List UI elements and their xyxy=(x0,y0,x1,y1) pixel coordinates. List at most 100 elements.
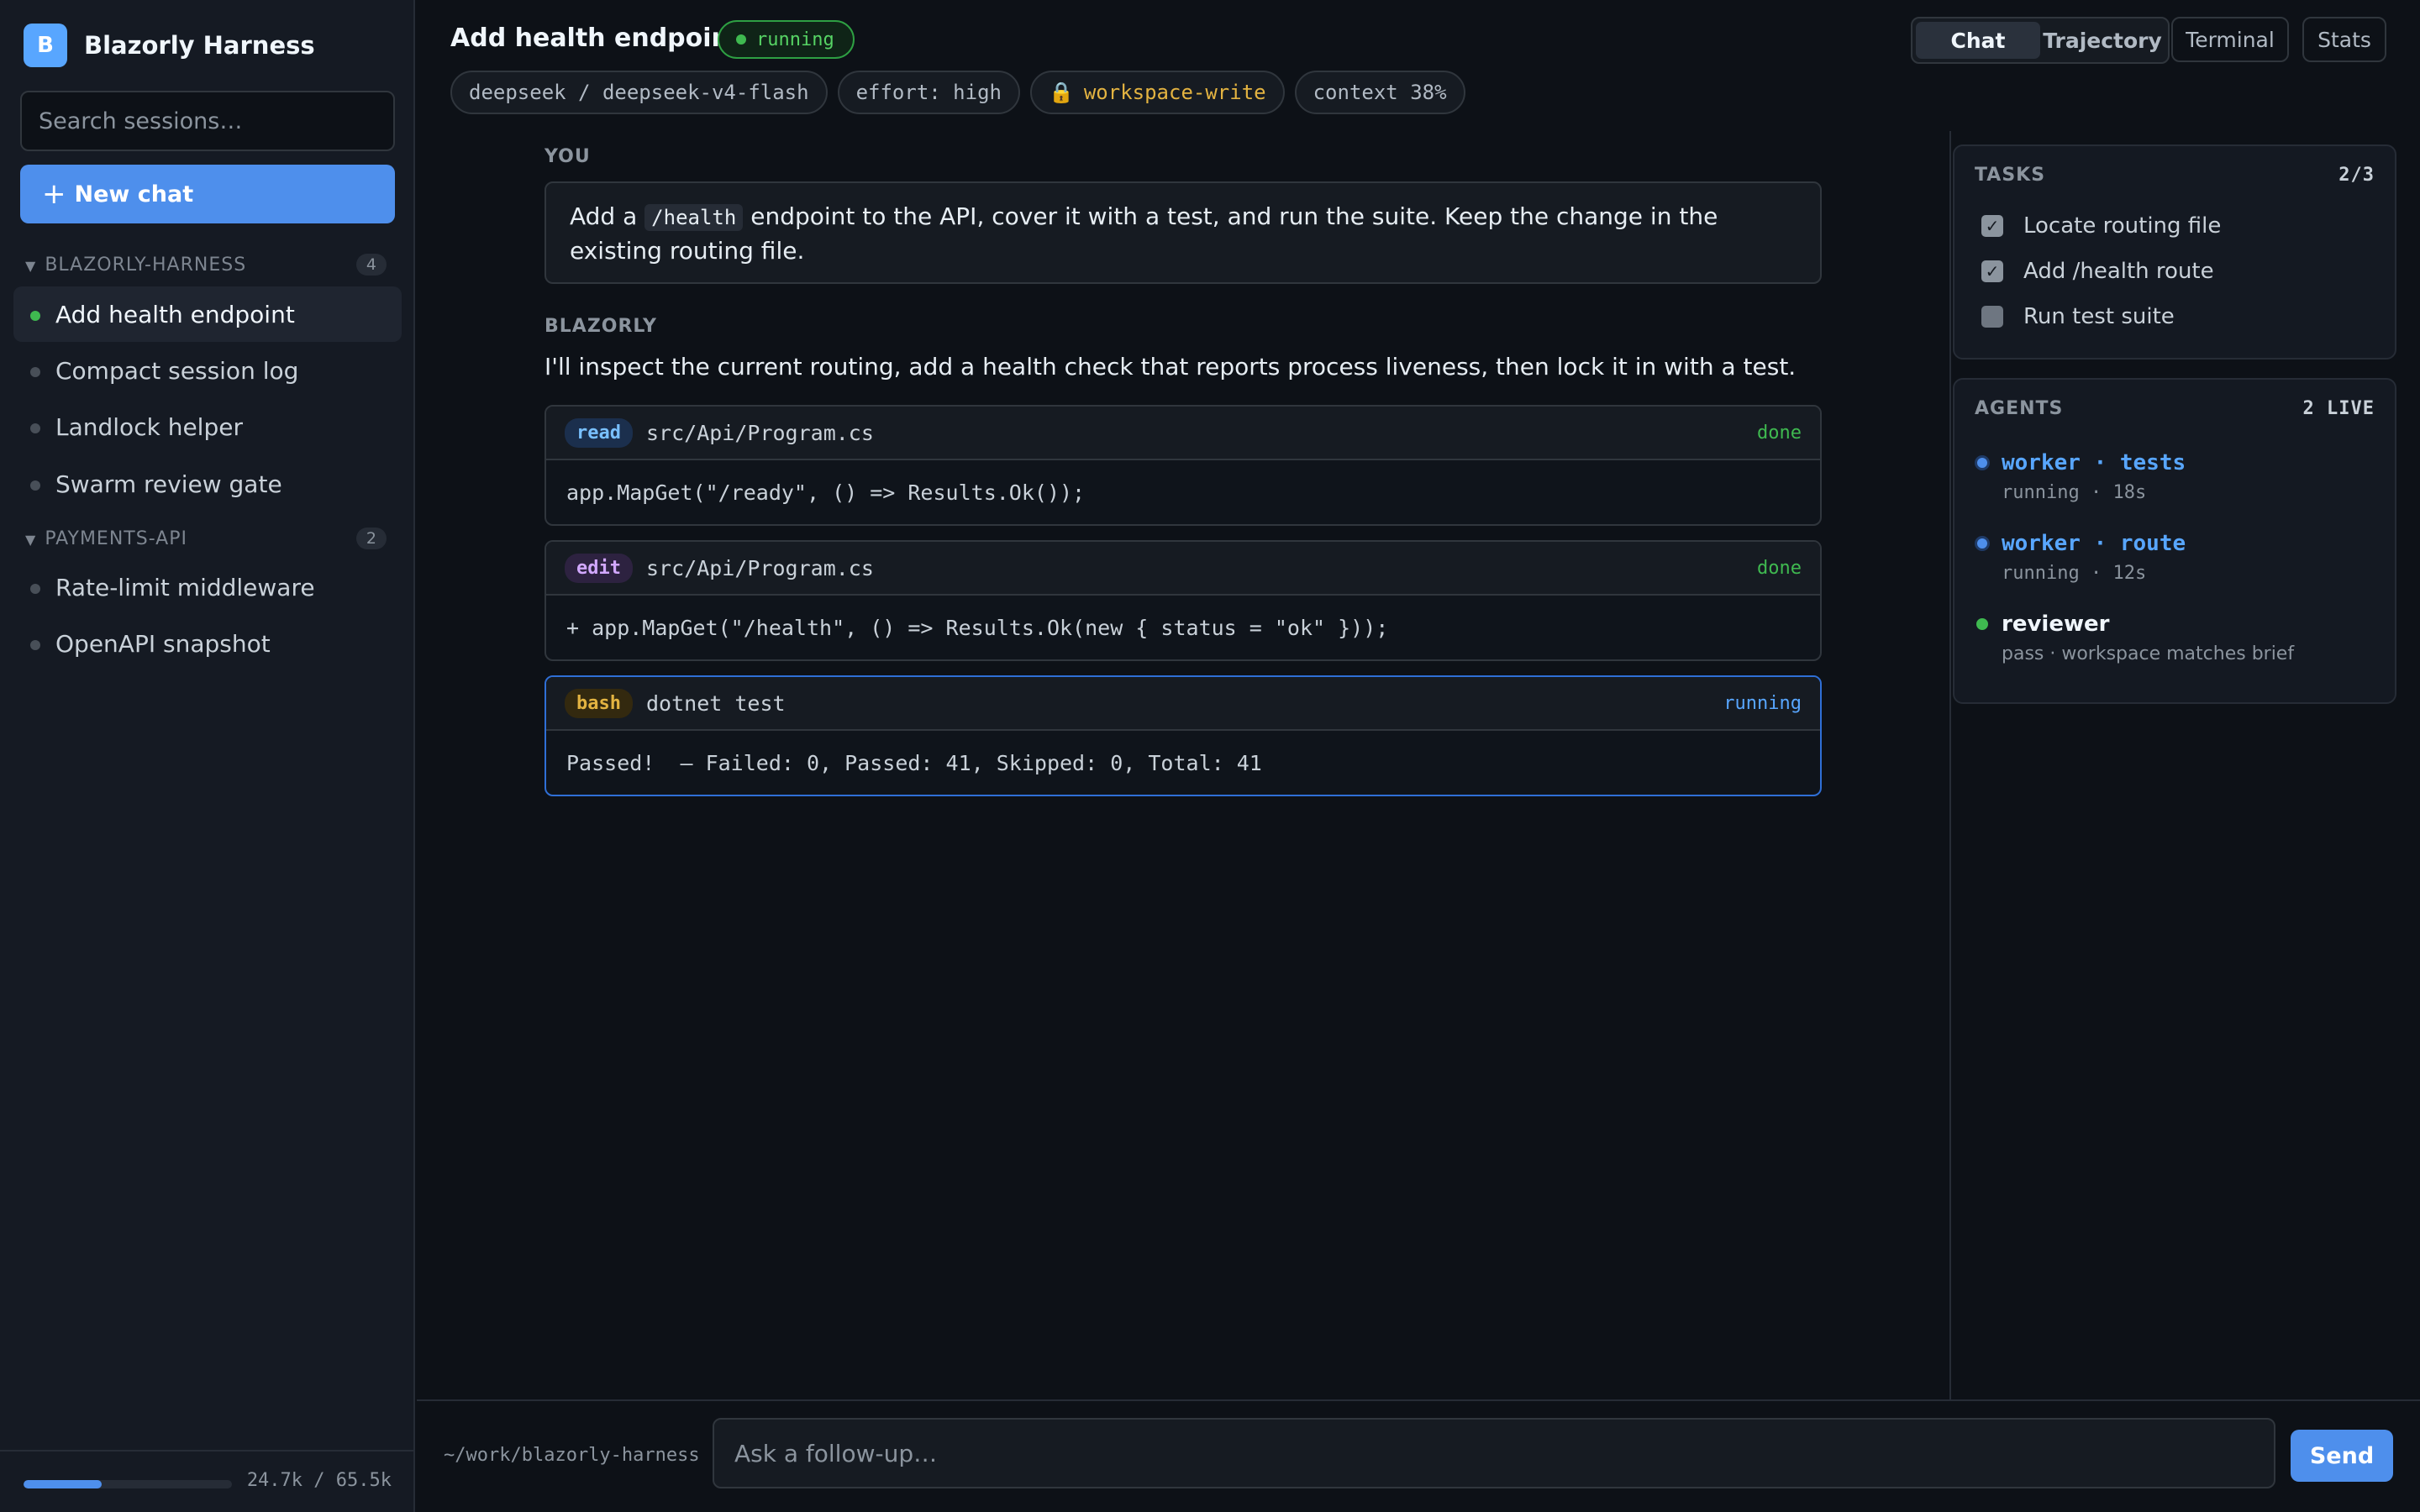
agents-count: 2 LIVE xyxy=(2302,398,2375,419)
group-name: PAYMENTS-API xyxy=(45,528,187,549)
agent-name-text: worker · route xyxy=(2002,531,2186,556)
tool-target: dotnet test xyxy=(645,690,786,716)
session-item-rate-limit-middleware[interactable]: Rate-limit middleware xyxy=(13,559,402,615)
agent-live-dot-icon xyxy=(1975,455,1990,470)
lock-icon: 🔒 xyxy=(1048,81,1074,104)
agent-name: worker · route xyxy=(1975,531,2186,556)
session-item-landlock-helper[interactable]: Landlock helper xyxy=(13,399,402,454)
tool-tag: bash xyxy=(565,688,633,718)
agent-item[interactable]: reviewer pass · workspace matches brief xyxy=(1975,612,2294,664)
agents-title: AGENTS xyxy=(1975,398,2064,419)
running-dot-icon xyxy=(736,34,746,45)
tool-target: src/Api/Program.cs xyxy=(645,420,874,445)
tool-output: Passed! — Failed: 0, Passed: 41, Skipped… xyxy=(566,750,1262,775)
session-label: Rate-limit middleware xyxy=(55,573,315,601)
send-button[interactable]: Send xyxy=(2291,1430,2393,1482)
context-usage: 24.7k / 65.5k xyxy=(0,1450,415,1512)
status-text: running xyxy=(756,29,834,50)
status-dot xyxy=(30,423,40,433)
tool-tag: read xyxy=(565,417,633,448)
tool-call-header: edit src/Api/Program.cs done xyxy=(546,542,1820,596)
group-count: 2 xyxy=(355,528,387,549)
agents-header: AGENTS 2 LIVE xyxy=(1975,398,2375,419)
tool-call-edit[interactable]: edit src/Api/Program.cs done + app.MapGe… xyxy=(544,540,1822,661)
usage-progress-bar xyxy=(24,1480,232,1488)
page-title: Add health endpoint xyxy=(450,24,742,53)
agent-item[interactable]: worker · route running · 12s xyxy=(1975,531,2186,584)
status-dot xyxy=(30,640,40,650)
session-label: Compact session log xyxy=(55,356,299,385)
user-message: Add a /health endpoint to the API, cover… xyxy=(544,181,1822,284)
caret-down-icon: ▼ xyxy=(25,531,37,548)
session-item-compact-session-log[interactable]: Compact session log xyxy=(13,343,402,398)
agent-item[interactable]: worker · tests running · 18s xyxy=(1975,450,2186,503)
sandbox-chip: 🔒 workspace-write xyxy=(1029,71,1285,114)
agent-status: running · 18s xyxy=(2002,482,2147,503)
agent-name: worker · tests xyxy=(1975,450,2186,475)
tasks-card: TASKS 2/3 ✓ Locate routing file ✓ Add /h… xyxy=(1953,144,2396,360)
agent-name: reviewer xyxy=(1975,612,2294,637)
tool-call-header: bash dotnet test running xyxy=(546,677,1820,731)
tasks-title: TASKS xyxy=(1975,165,2046,186)
session-item-openapi-snapshot[interactable]: OpenAPI snapshot xyxy=(13,616,402,671)
task-item[interactable]: Run test suite xyxy=(1981,304,2175,329)
session-label: Add health endpoint xyxy=(55,300,295,328)
session-label: Swarm review gate xyxy=(55,470,282,498)
stats-button[interactable]: Stats xyxy=(2302,17,2386,62)
session-item-swarm-review-gate[interactable]: Swarm review gate xyxy=(13,456,402,512)
user-message-text: Add a xyxy=(570,202,645,230)
tab-trajectory[interactable]: Trajectory xyxy=(2040,22,2165,59)
task-item[interactable]: ✓ Locate routing file xyxy=(1981,213,2221,239)
effort-chip: effort: high xyxy=(837,71,1020,114)
app-name: Blazorly Harness xyxy=(84,31,315,60)
tab-chat[interactable]: Chat xyxy=(1916,22,2040,59)
search-sessions-input[interactable] xyxy=(20,91,395,151)
agent-status: pass · workspace matches brief xyxy=(2002,643,2295,664)
inline-code: /health xyxy=(644,204,744,231)
new-chat-label: New chat xyxy=(74,181,194,207)
agent-pass-dot-icon xyxy=(1976,618,1988,630)
plus-icon: + xyxy=(42,177,66,211)
session-label: Landlock helper xyxy=(55,412,243,441)
context-chip: context 38% xyxy=(1294,71,1465,114)
agent-live-dot-icon xyxy=(1975,536,1990,551)
terminal-button[interactable]: Terminal xyxy=(2171,17,2289,62)
view-tabs: Chat Trajectory xyxy=(1911,17,2170,64)
new-chat-button[interactable]: + New chat xyxy=(20,165,395,223)
task-label: Locate routing file xyxy=(2023,213,2222,239)
app-logo: B xyxy=(24,24,67,67)
session-label: OpenAPI snapshot xyxy=(55,629,271,658)
working-directory: ~/work/blazorly-harness xyxy=(444,1445,700,1466)
tool-status: running xyxy=(1723,692,1802,714)
tool-target: src/Api/Program.cs xyxy=(645,555,874,580)
status-dot xyxy=(30,367,40,377)
follow-up-input[interactable] xyxy=(713,1418,2275,1488)
group-header-payments-api[interactable]: ▼ PAYMENTS-API 2 xyxy=(25,526,387,551)
caret-down-icon: ▼ xyxy=(25,257,37,274)
tool-output: + app.MapGet("/health", () => Results.Ok… xyxy=(566,615,1389,640)
agent-status: running · 12s xyxy=(2002,563,2147,584)
checkbox-checked-icon[interactable]: ✓ xyxy=(1981,260,2003,282)
tool-status: done xyxy=(1757,557,1802,579)
assistant-message: I'll inspect the current routing, add a … xyxy=(544,353,1797,381)
session-chips: deepseek / deepseek-v4-flash effort: hig… xyxy=(450,71,1465,114)
session-item-add-health-endpoint[interactable]: Add health endpoint xyxy=(13,286,402,342)
task-label: Add /health route xyxy=(2023,259,2214,284)
usage-progress-fill xyxy=(24,1480,103,1488)
checkbox-checked-icon[interactable]: ✓ xyxy=(1981,215,2003,237)
tasks-count: 2/3 xyxy=(2338,165,2375,186)
tool-call-header: read src/Api/Program.cs done xyxy=(546,407,1820,460)
agent-name-text: reviewer xyxy=(2002,612,2110,637)
right-panel-divider xyxy=(1949,131,1951,1399)
task-item[interactable]: ✓ Add /health route xyxy=(1981,259,2214,284)
group-header-blazorly-harness[interactable]: ▼ BLAZORLY-HARNESS 4 xyxy=(25,252,387,277)
tool-call-bash[interactable]: bash dotnet test running Passed! — Faile… xyxy=(544,675,1822,796)
tasks-header: TASKS 2/3 xyxy=(1975,165,2375,186)
tool-call-read[interactable]: read src/Api/Program.cs done app.MapGet(… xyxy=(544,405,1822,526)
tool-output: app.MapGet("/ready", () => Results.Ok())… xyxy=(566,480,1086,505)
status-dot xyxy=(30,480,40,491)
status-dot xyxy=(30,584,40,594)
brand: B Blazorly Harness xyxy=(24,24,315,67)
tool-tag: edit xyxy=(565,553,633,583)
checkbox-empty-icon[interactable] xyxy=(1981,306,2003,328)
